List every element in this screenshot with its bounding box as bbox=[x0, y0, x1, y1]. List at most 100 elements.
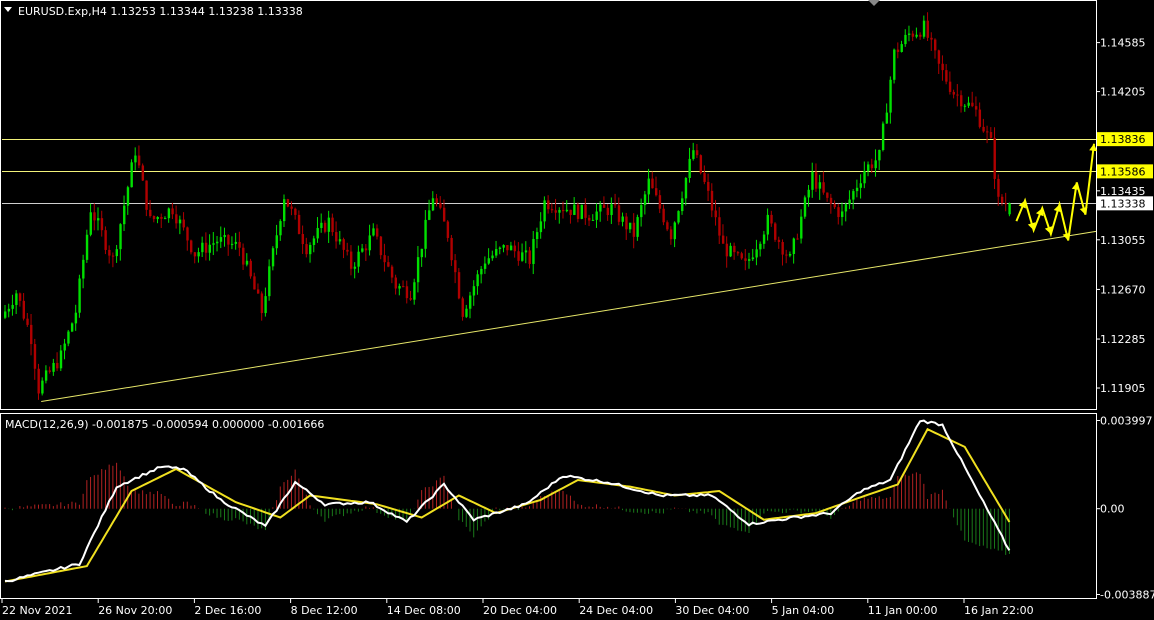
candle-body bbox=[372, 228, 375, 236]
candle-body bbox=[881, 123, 885, 150]
candle-body bbox=[893, 49, 896, 80]
candle-body bbox=[863, 171, 866, 184]
scroll-marker-icon[interactable] bbox=[868, 0, 880, 6]
candle-body bbox=[807, 189, 810, 198]
candle-body bbox=[82, 259, 85, 279]
candle-body bbox=[52, 362, 55, 372]
candle-body bbox=[4, 311, 7, 318]
candle-body bbox=[885, 112, 889, 124]
candle-body bbox=[945, 70, 948, 82]
candle-body bbox=[628, 222, 632, 230]
time-tick-label: 14 Dec 08:00 bbox=[387, 604, 461, 617]
candle-body bbox=[565, 209, 569, 212]
candle-body bbox=[677, 211, 680, 223]
candle-body bbox=[751, 257, 755, 260]
candle-body bbox=[621, 216, 624, 222]
candle-body bbox=[841, 211, 844, 218]
candle-body bbox=[919, 34, 922, 37]
candle-body bbox=[766, 214, 769, 235]
macd-signal-line bbox=[4, 427, 1011, 583]
candle-body bbox=[171, 208, 174, 215]
candle-body bbox=[97, 218, 100, 221]
candle-body bbox=[811, 171, 814, 190]
candle-body bbox=[818, 182, 822, 189]
candle-body bbox=[974, 106, 978, 110]
candle-body bbox=[599, 204, 602, 212]
candle-body bbox=[364, 248, 368, 251]
candle-body bbox=[993, 137, 996, 179]
candle-body bbox=[867, 164, 870, 172]
candle-body bbox=[312, 238, 316, 245]
candle-body bbox=[781, 242, 784, 255]
candle-body bbox=[647, 178, 650, 195]
candle-body bbox=[461, 298, 464, 317]
candle-body bbox=[78, 278, 81, 313]
candle-body bbox=[219, 237, 223, 242]
candle-body bbox=[439, 202, 442, 208]
candle-body bbox=[428, 210, 431, 220]
candle-body bbox=[472, 286, 476, 296]
candle-body bbox=[714, 210, 717, 218]
candle-body bbox=[625, 216, 628, 230]
candle-body bbox=[279, 221, 282, 236]
candle-body bbox=[595, 211, 598, 220]
candle-body bbox=[390, 266, 394, 278]
candle-body bbox=[37, 368, 40, 394]
candle-body bbox=[212, 243, 215, 245]
candle-body bbox=[837, 207, 840, 218]
time-tick-label: 2 Dec 16:00 bbox=[194, 604, 261, 617]
candle-body bbox=[30, 324, 33, 345]
candle-body bbox=[725, 243, 729, 257]
time-tick-label: 30 Dec 04:00 bbox=[675, 604, 749, 617]
candle-body bbox=[342, 239, 345, 250]
candle-body bbox=[44, 370, 48, 381]
candle-body bbox=[930, 37, 933, 40]
candle-body bbox=[852, 191, 855, 200]
candle-body bbox=[855, 187, 859, 192]
candle-body bbox=[316, 228, 319, 239]
candle-body bbox=[926, 20, 929, 38]
candle-body bbox=[543, 200, 546, 222]
menu-triangle-icon[interactable] bbox=[4, 7, 12, 12]
candle-body bbox=[695, 150, 699, 156]
candle-body bbox=[416, 257, 420, 283]
price-tick-label: 1.14205 bbox=[1100, 86, 1146, 99]
candle-body bbox=[446, 221, 450, 238]
candle-body bbox=[85, 234, 89, 260]
candle-body bbox=[431, 198, 435, 211]
candle-body bbox=[11, 304, 14, 309]
candle-body bbox=[465, 308, 468, 317]
candle-body bbox=[591, 219, 595, 221]
candle-body bbox=[435, 198, 438, 203]
candle-body bbox=[420, 248, 424, 258]
candle-body bbox=[1008, 203, 1011, 215]
time-tick-label: 20 Dec 04:00 bbox=[483, 604, 557, 617]
candle-body bbox=[796, 238, 799, 240]
candle-body bbox=[655, 188, 658, 196]
candle-body bbox=[632, 222, 636, 237]
candle-body bbox=[573, 204, 576, 215]
candle-body bbox=[256, 289, 260, 294]
candle-body bbox=[788, 253, 792, 256]
candle-body bbox=[294, 208, 297, 215]
candle-body bbox=[800, 216, 803, 239]
candle-body bbox=[338, 239, 342, 242]
candle-body bbox=[997, 178, 1000, 197]
candle-body bbox=[167, 208, 171, 219]
candle-body bbox=[349, 251, 353, 269]
candle-body bbox=[335, 232, 338, 242]
candle-body bbox=[681, 198, 684, 212]
candle-body bbox=[640, 205, 643, 218]
candle-body bbox=[774, 223, 777, 240]
candle-body bbox=[70, 323, 74, 332]
candle-body bbox=[562, 209, 565, 212]
candle-body bbox=[610, 204, 613, 216]
candle-body bbox=[383, 255, 386, 263]
candle-body bbox=[245, 260, 249, 265]
price-tick-label: 1.12670 bbox=[1100, 283, 1146, 296]
candle-body bbox=[182, 219, 185, 228]
candle-body bbox=[666, 222, 669, 230]
candle-body bbox=[524, 250, 528, 253]
candle-body bbox=[41, 380, 44, 394]
candle-body bbox=[190, 240, 193, 253]
